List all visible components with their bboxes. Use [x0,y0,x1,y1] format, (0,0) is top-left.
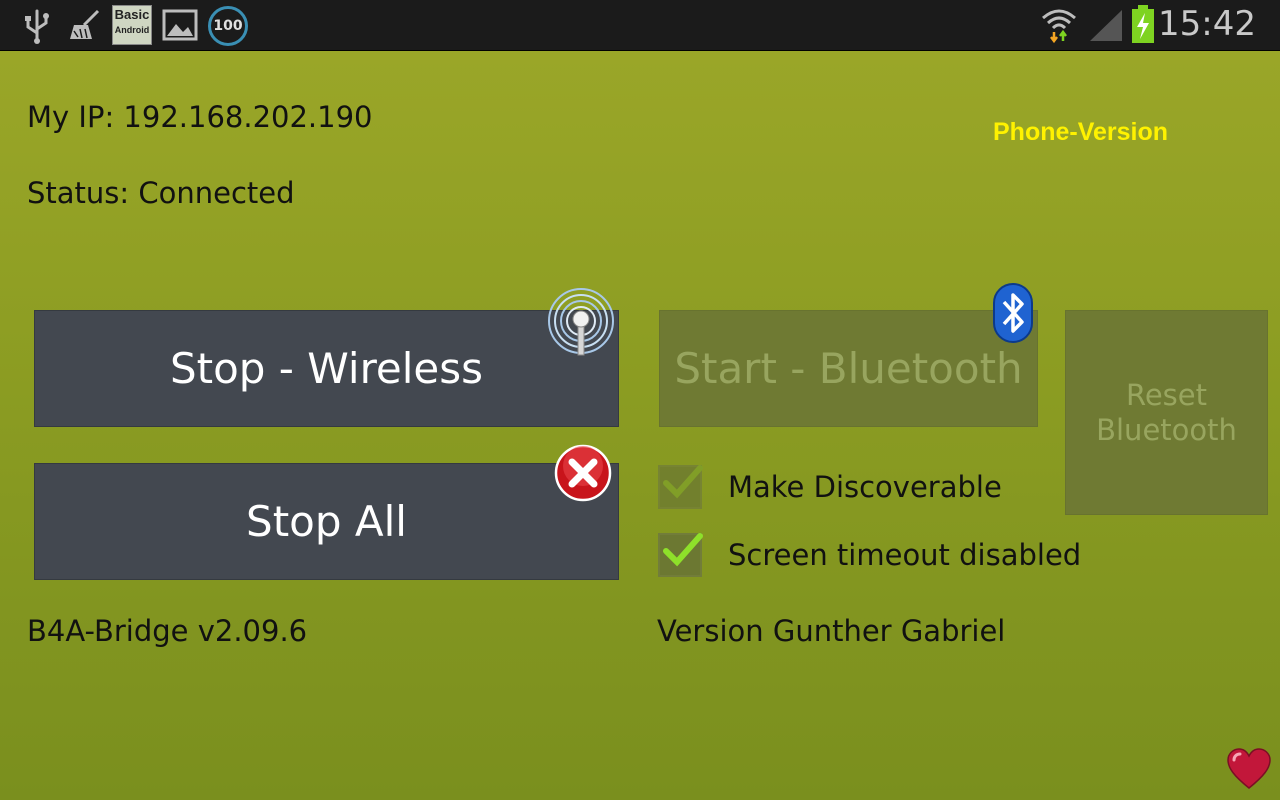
basic4android-label-top: Basic [114,7,150,22]
cleaner-icon [70,9,100,39]
reset-bluetooth-label-line2: Bluetooth [1096,412,1237,447]
basic4android-icon: Basic Android [112,5,152,45]
heart-icon[interactable] [1226,748,1272,790]
gallery-icon [162,9,198,41]
author-label: Version Gunther Gabriel [657,614,1006,648]
wifi-icon [1042,9,1076,44]
usb-icon [25,9,49,44]
basic4android-label-bottom: Android [114,25,150,35]
screen-timeout-label: Screen timeout disabled [728,538,1082,572]
start-bluetooth-button[interactable]: Start - Bluetooth [659,310,1038,427]
clock: 15:42 [1158,4,1256,44]
checkmark-icon [663,465,703,499]
make-discoverable-label: Make Discoverable [728,470,1002,504]
screen-timeout-checkbox-row[interactable]: Screen timeout disabled [658,533,1081,577]
reset-bluetooth-label-line1: Reset [1125,377,1207,412]
antenna-icon [548,288,614,356]
signal-icon [1090,10,1122,41]
checkmark-icon [663,533,703,567]
battery-100-label: 100 [213,18,243,34]
reset-bluetooth-button[interactable]: Reset Bluetooth [1065,310,1268,515]
stop-wireless-button[interactable]: Stop - Wireless [34,310,619,427]
stop-all-label: Stop All [246,497,407,546]
close-icon [554,444,612,502]
app-content: My IP: 192.168.202.190 Status: Connected… [0,51,1280,800]
stop-wireless-label: Stop - Wireless [169,344,484,393]
ip-label: My IP: 192.168.202.190 [27,100,373,134]
stop-all-button[interactable]: Stop All [34,463,619,580]
battery-charging-icon [1132,5,1154,43]
screen-timeout-checkbox[interactable] [658,533,703,577]
bluetooth-icon [993,283,1033,343]
phone-version-label: Phone-Version [993,118,1169,146]
status-bar: Basic Android 100 15:42 [0,0,1280,51]
make-discoverable-checkbox-row[interactable]: Make Discoverable [658,465,1002,509]
make-discoverable-checkbox[interactable] [658,465,703,509]
status-label: Status: Connected [27,176,295,210]
battery-100-icon: 100 [208,6,248,46]
start-bluetooth-label: Start - Bluetooth [674,344,1023,393]
version-label: B4A-Bridge v2.09.6 [27,614,308,648]
